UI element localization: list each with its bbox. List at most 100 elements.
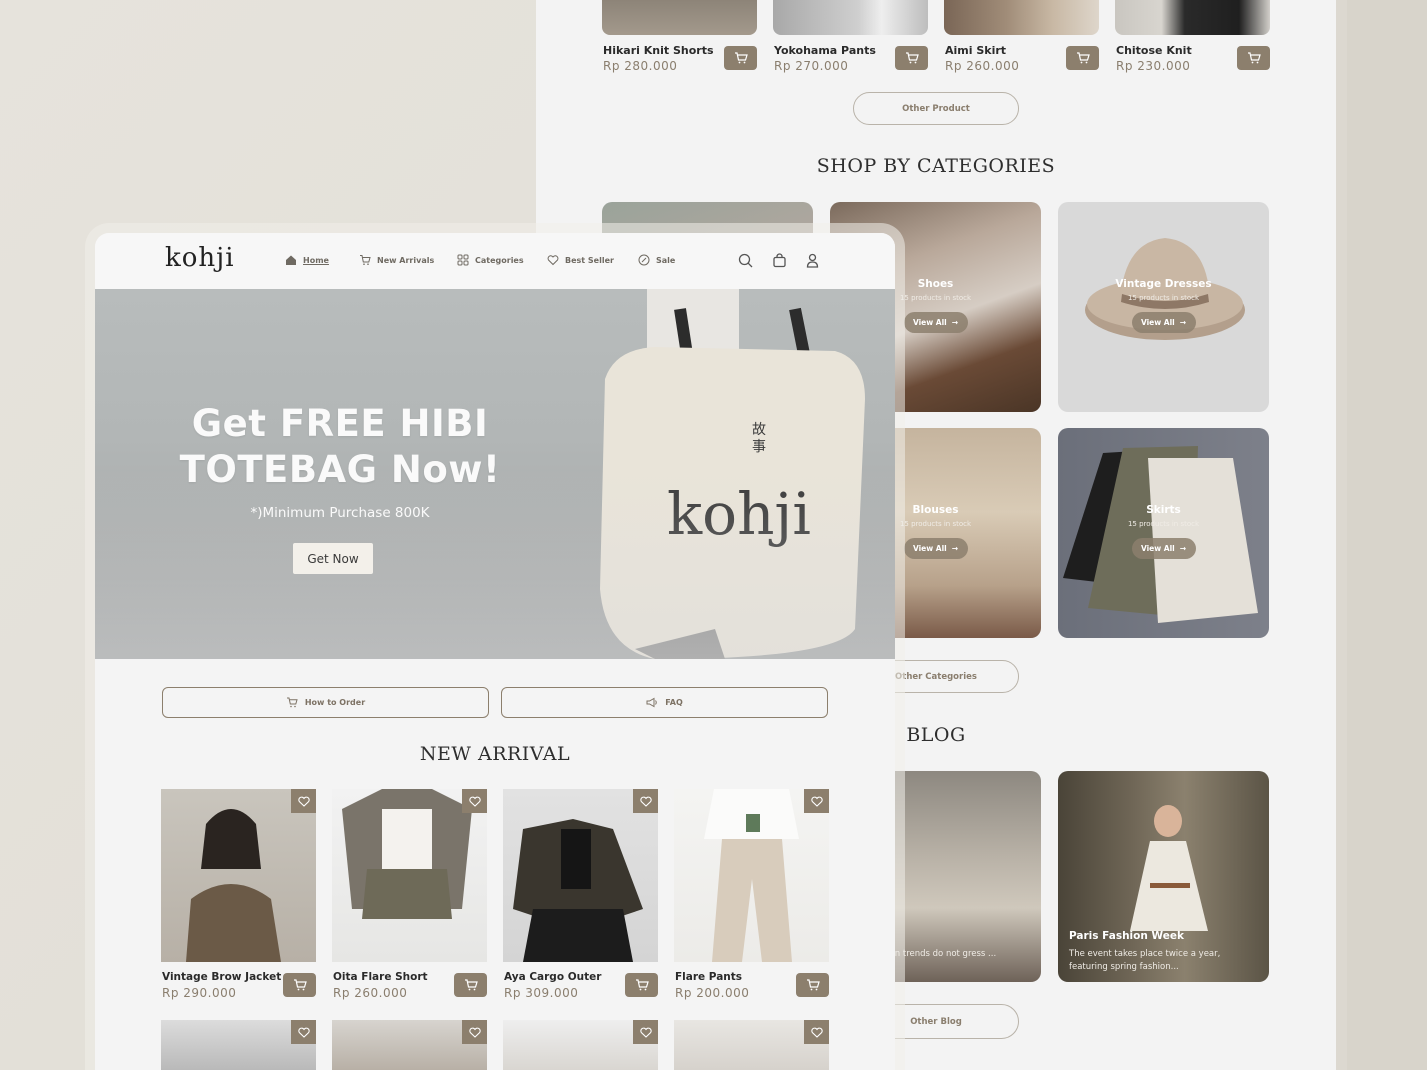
search-icon[interactable] [738,253,753,268]
blog-card-paris-fashion-week[interactable]: Paris Fashion Week The event takes place… [1058,771,1269,982]
top-product-card[interactable]: Chitose Knit Rp 230.000 [1115,0,1270,73]
heart-icon [297,796,310,807]
product-image[interactable] [944,0,1099,35]
nav-new-arrivals[interactable]: New Arrivals [359,254,434,266]
product-price: Rp 260.000 [333,986,408,1000]
category-label: Vintage Dresses [1115,278,1212,290]
model-illustration [513,819,643,962]
wishlist-button[interactable] [633,789,658,813]
wishlist-button[interactable] [804,1020,829,1044]
get-now-button[interactable]: Get Now [293,543,373,574]
hat-illustration [1085,238,1245,340]
cart-icon [360,255,371,265]
heart-icon [639,1027,652,1038]
product-image[interactable] [602,0,757,35]
nav-home[interactable]: Home [285,254,329,266]
categories-title: SHOP BY CATEGORIES [816,155,1056,177]
nav-label: Best Seller [565,255,614,265]
wishlist-button[interactable] [462,789,487,813]
product-price: Rp 309.000 [504,986,579,1000]
user-icon[interactable] [805,253,820,268]
hero-title: Get FREE HIBI TOTEBAG Now! [155,401,525,493]
view-all-button[interactable]: View All → [1131,312,1196,333]
how-to-order-button[interactable]: How to Order [162,687,489,718]
category-card-skirts[interactable]: Skirts 15 products in stock View All → [1058,428,1269,638]
wishlist-button[interactable] [462,1020,487,1044]
hero-title-line1: Get FREE HIBI [191,402,489,445]
nav-label: Categories [475,255,524,265]
view-all-label: View All [912,318,947,327]
hero-title-line2: TOTEBAG Now! [179,448,501,491]
category-label: Skirts [1146,504,1181,516]
product-image[interactable] [674,789,829,962]
heart-icon [468,1027,481,1038]
cart-icon [734,52,748,64]
arrow-right-icon: → [951,318,959,327]
add-to-cart-button[interactable] [895,46,928,70]
arrow-right-icon: → [1179,544,1187,553]
product-name: Flare Pants [675,971,743,983]
add-to-cart-button[interactable] [283,973,316,997]
heart-icon [810,1027,823,1038]
view-all-label: View All [912,544,947,553]
tote-kanji: 事 [752,439,766,455]
add-to-cart-button[interactable] [1066,46,1099,70]
background-band-2 [1347,0,1427,1070]
nav-label: Sale [656,255,676,265]
product-name: Yokohama Pants [774,44,876,57]
blog-title-text: Paris Fashion Week [1069,930,1184,942]
top-product-card[interactable]: Yokohama Pants Rp 270.000 [773,0,928,73]
skirts-illustration [1063,446,1258,623]
view-all-button[interactable]: View All → [903,538,968,559]
add-to-cart-button[interactable] [796,973,829,997]
top-product-card[interactable]: Aimi Skirt Rp 260.000 [944,0,1099,73]
category-card-vintage-dresses[interactable]: Vintage Dresses 15 products in stock Vie… [1058,202,1269,412]
wishlist-button[interactable] [291,789,316,813]
megaphone-icon [646,697,657,708]
wishlist-button[interactable] [291,1020,316,1044]
tote-kanji: 故 [752,422,766,438]
wishlist-button[interactable] [804,789,829,813]
view-all-label: View All [1140,318,1175,327]
other-product-button[interactable]: Other Product [853,92,1019,125]
view-all-label: View All [1140,544,1175,553]
heart-icon [810,796,823,807]
cart-icon [464,979,478,991]
model-illustration [704,789,799,962]
faq-button[interactable]: FAQ [501,687,828,718]
product-image[interactable] [503,789,658,962]
faq-label: FAQ [665,698,683,707]
product-image[interactable] [332,789,487,962]
top-navbar: kohji Home New Arrivals Categories Best … [95,233,895,289]
home-icon [286,255,296,265]
grid-icon [457,254,469,266]
brand-logo[interactable]: kohji [165,243,235,273]
view-all-button[interactable]: View All → [1131,538,1196,559]
heart-icon [297,1027,310,1038]
cart-icon [1247,52,1261,64]
heart-icon [547,255,559,266]
add-to-cart-button[interactable] [724,46,757,70]
category-stock: 15 products in stock [1127,520,1200,528]
add-to-cart-button[interactable] [625,973,658,997]
product-image[interactable] [161,789,316,962]
bag-icon[interactable] [772,253,787,268]
hero-banner: kohji 故 事 Get FREE HIBI TOTEBAG Now! *)M… [95,289,895,659]
cart-icon [286,697,298,708]
nav-categories[interactable]: Categories [457,254,524,266]
nav-sale[interactable]: Sale [638,254,675,266]
model-illustration [186,809,281,962]
top-product-card[interactable]: Hikari Knit Shorts Rp 280.000 [602,0,757,73]
product-price: Rp 200.000 [675,986,750,1000]
nav-best-seller[interactable]: Best Seller [547,254,614,266]
product-image[interactable] [773,0,928,35]
wishlist-button[interactable] [633,1020,658,1044]
heart-icon [639,796,652,807]
view-all-button[interactable]: View All → [903,312,968,333]
model-illustration [342,789,472,919]
add-to-cart-button[interactable] [454,973,487,997]
cart-icon [806,979,820,991]
add-to-cart-button[interactable] [1237,46,1270,70]
product-name: Chitose Knit [1116,44,1192,57]
product-image[interactable] [1115,0,1270,35]
